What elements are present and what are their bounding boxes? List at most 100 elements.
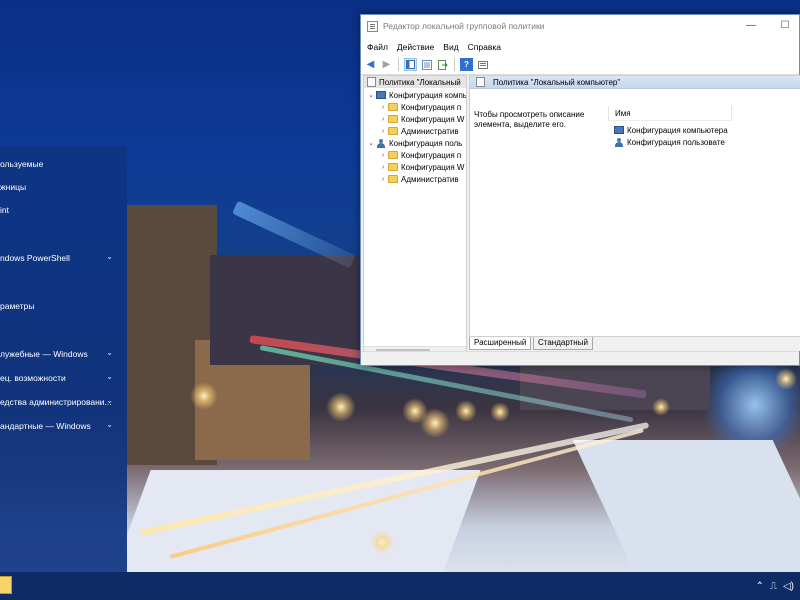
collapse-arrow-icon[interactable]: › bbox=[378, 164, 388, 171]
collapse-arrow-icon[interactable]: › bbox=[378, 176, 388, 183]
tree-item-label: Административ bbox=[401, 174, 459, 184]
wallpaper-lamp-1 bbox=[190, 382, 218, 410]
tree-item-software-settings[interactable]: › Конфигурация п bbox=[378, 149, 461, 161]
chevron-down-icon: ⌄ bbox=[106, 372, 113, 381]
help-icon[interactable]: ? bbox=[460, 58, 473, 71]
minimize-button[interactable]: — bbox=[737, 17, 765, 35]
chevron-up-icon[interactable]: ⌃ bbox=[756, 581, 764, 592]
description-text: Чтобы просмотреть описание элемента, выд… bbox=[474, 110, 585, 129]
tree-item-label: Конфигурация W bbox=[401, 162, 465, 172]
menu-file[interactable]: Файл bbox=[367, 42, 388, 52]
tree-item-windows-settings[interactable]: › Конфигурация W bbox=[378, 161, 465, 173]
collapse-arrow-icon[interactable]: › bbox=[378, 116, 388, 123]
gpedit-app-icon bbox=[367, 21, 378, 32]
policy-document-icon bbox=[367, 77, 376, 87]
start-item-paint[interactable]: int bbox=[0, 199, 127, 221]
tab-extended[interactable]: Расширенный bbox=[469, 337, 532, 350]
computer-icon bbox=[614, 126, 624, 134]
export-list-icon[interactable] bbox=[436, 58, 449, 71]
menu-bar: Файл Действие Вид Справка bbox=[361, 39, 799, 55]
show-hide-tree-icon[interactable] bbox=[404, 58, 417, 71]
start-item-label: андартные — Windows bbox=[0, 421, 91, 431]
title-bar[interactable]: Редактор локальной групповой политики — … bbox=[361, 15, 799, 39]
tree-item-label: Политика "Локальный bbox=[379, 77, 461, 87]
list-item-label: Конфигурация компьютера bbox=[627, 125, 728, 135]
chevron-down-icon: ⌄ bbox=[106, 348, 113, 357]
window-title: Редактор локальной групповой политики bbox=[383, 21, 545, 31]
folder-icon bbox=[388, 163, 398, 171]
tree-item-computer-configuration[interactable]: ⌄ Конфигурация компь bbox=[366, 89, 467, 101]
folder-icon bbox=[388, 175, 398, 183]
wallpaper-lamp-7 bbox=[370, 530, 394, 554]
start-item-label: лужебные — Windows bbox=[0, 349, 88, 359]
chevron-down-icon: ⌄ bbox=[106, 252, 113, 261]
policy-document-icon bbox=[476, 77, 485, 87]
wallpaper-lamp-9 bbox=[775, 368, 797, 390]
tree-root-local-computer-policy[interactable]: Политика "Локальный bbox=[364, 76, 466, 88]
start-item-label: ndows PowerShell bbox=[0, 253, 70, 263]
start-item-label: жницы bbox=[0, 182, 27, 192]
collapse-arrow-icon[interactable]: › bbox=[378, 128, 388, 135]
tree-item-label: Конфигурация W bbox=[401, 114, 465, 124]
list-item-user-configuration[interactable]: Конфигурация пользовате bbox=[614, 136, 725, 148]
folder-icon bbox=[388, 115, 398, 123]
start-item-windows-system[interactable]: лужебные — Windows ⌄ bbox=[0, 343, 127, 365]
start-item-recently-used[interactable]: ользуемые bbox=[0, 153, 127, 175]
collapse-arrow-icon[interactable]: › bbox=[378, 104, 388, 111]
user-icon bbox=[376, 138, 386, 148]
list-item-computer-configuration[interactable]: Конфигурация компьютера bbox=[614, 124, 728, 136]
menu-view[interactable]: Вид bbox=[443, 42, 458, 52]
collapse-arrow-icon[interactable]: › bbox=[378, 152, 388, 159]
status-bar bbox=[361, 351, 799, 365]
tab-standard[interactable]: Стандартный bbox=[533, 337, 593, 350]
taskbar: ⌃ ⎍ ◁) bbox=[0, 572, 800, 600]
tree-item-label: Конфигурация компь bbox=[389, 90, 467, 100]
folder-icon bbox=[388, 103, 398, 111]
tree-item-administrative-templates[interactable]: › Административ bbox=[378, 125, 459, 137]
start-item-administrative-tools[interactable]: едства администрировани... ⌄ bbox=[0, 391, 127, 413]
start-item-label: ец. возможности bbox=[0, 373, 66, 383]
system-tray: ⌃ ⎍ ◁) bbox=[756, 572, 800, 600]
menu-help[interactable]: Справка bbox=[468, 42, 501, 52]
group-policy-editor-window: Редактор локальной групповой политики — … bbox=[360, 14, 800, 366]
tree-item-administrative-templates[interactable]: › Административ bbox=[378, 173, 459, 185]
back-arrow-icon[interactable]: ◀ bbox=[364, 58, 377, 71]
properties-icon[interactable] bbox=[420, 58, 433, 71]
view-tabs: Расширенный Стандартный bbox=[469, 337, 800, 351]
column-header-name[interactable]: Имя bbox=[608, 106, 732, 121]
tree-item-software-settings[interactable]: › Конфигурация п bbox=[378, 101, 461, 113]
forward-arrow-icon[interactable]: ▶ bbox=[380, 58, 393, 71]
content-header-title: Политика "Локальный компьютер" bbox=[493, 77, 621, 87]
tree-item-label: Конфигурация поль bbox=[389, 138, 463, 148]
content-pane: Политика "Локальный компьютер" Чтобы про… bbox=[469, 75, 800, 337]
tree-item-windows-settings[interactable]: › Конфигурация W bbox=[378, 113, 465, 125]
menu-action[interactable]: Действие bbox=[397, 42, 434, 52]
folder-icon bbox=[388, 127, 398, 135]
tree-item-user-configuration[interactable]: ⌄ Конфигурация поль bbox=[366, 137, 462, 149]
tree-pane[interactable]: Политика "Локальный ⌄ Конфигурация компь… bbox=[363, 75, 467, 359]
wallpaper-lamp-4 bbox=[420, 408, 450, 438]
volume-icon[interactable]: ◁) bbox=[783, 581, 794, 592]
start-item-scissors[interactable]: жницы bbox=[0, 176, 127, 198]
user-icon bbox=[614, 137, 624, 147]
start-item-windows-powershell[interactable]: ndows PowerShell ⌄ bbox=[0, 247, 127, 269]
toolbar-separator bbox=[454, 58, 455, 71]
file-explorer-icon[interactable] bbox=[0, 576, 12, 594]
maximize-button[interactable]: ☐ bbox=[771, 17, 799, 35]
toolbar-separator bbox=[398, 58, 399, 71]
start-item-settings[interactable]: раметры bbox=[0, 295, 127, 317]
expand-arrow-icon[interactable]: ⌄ bbox=[366, 91, 376, 99]
expand-arrow-icon[interactable]: ⌄ bbox=[366, 139, 376, 147]
wallpaper-lamp-2 bbox=[326, 392, 356, 422]
chevron-down-icon: ⌄ bbox=[106, 420, 113, 429]
chevron-down-icon: ⌄ bbox=[106, 396, 113, 405]
list-item-label: Конфигурация пользовате bbox=[627, 137, 725, 147]
computer-icon bbox=[376, 91, 386, 99]
wallpaper-lamp-6 bbox=[490, 402, 510, 422]
start-item-windows-accessories[interactable]: андартные — Windows ⌄ bbox=[0, 415, 127, 437]
tree-item-label: Административ bbox=[401, 126, 459, 136]
filter-view-icon[interactable] bbox=[476, 58, 489, 71]
start-item-accessibility[interactable]: ец. возможности ⌄ bbox=[0, 367, 127, 389]
tree-item-label: Конфигурация п bbox=[401, 150, 462, 160]
network-icon[interactable]: ⎍ bbox=[770, 581, 777, 592]
